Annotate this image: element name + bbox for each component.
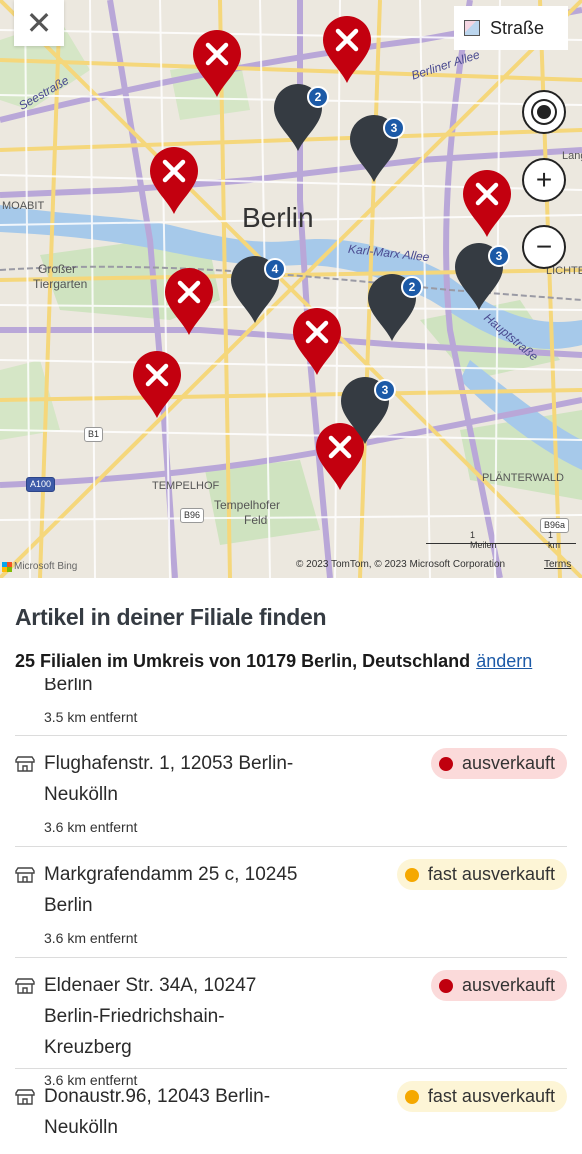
store-panel: Artikel in deiner Filiale finden 25 Fili… <box>0 578 582 1154</box>
bing-label: Microsoft Bing <box>14 561 78 572</box>
zoom-in-button[interactable]: + <box>522 158 566 202</box>
locate-icon <box>537 105 551 119</box>
cluster-count-badge: 3 <box>488 245 510 267</box>
road-shield: A100 <box>26 477 56 492</box>
status-dot-icon <box>404 867 419 882</box>
zoom-out-button[interactable]: − <box>522 225 566 269</box>
map-pin-x-icon <box>293 308 341 375</box>
terms-link[interactable]: Terms <box>544 559 571 570</box>
store-distance: 3.5 km entfernt <box>44 709 138 725</box>
store-cluster-pin[interactable]: 2 <box>273 84 329 152</box>
map-pin-x-icon <box>150 147 198 214</box>
store-list-item[interactable]: Eldenaer Str. 34A, 10247 Berlin-Friedric… <box>15 958 567 1088</box>
stock-status-label: ausverkauft <box>461 975 555 995</box>
plus-icon: + <box>535 164 553 195</box>
store-icon <box>15 756 35 772</box>
map-style-label: Straße <box>490 17 545 38</box>
stock-status-badge: ausverkauft <box>430 748 567 779</box>
map-style-button[interactable]: Straße <box>454 6 568 50</box>
store-cluster-pin[interactable]: 3 <box>349 115 405 183</box>
stock-status-badge: fast ausverkauft <box>396 1081 567 1112</box>
soldout-store-pin[interactable] <box>462 170 512 238</box>
cluster-count-badge: 4 <box>264 258 286 280</box>
cluster-count-badge: 3 <box>374 379 396 401</box>
cluster-count-badge: 2 <box>401 276 423 298</box>
map-style-icon <box>464 20 480 36</box>
stock-status-badge: fast ausverkauft <box>396 859 567 890</box>
panel-title: Artikel in deiner Filiale finden <box>15 604 327 630</box>
store-icon <box>15 978 35 994</box>
soldout-store-pin[interactable] <box>322 16 372 84</box>
microsoft-logo-icon <box>2 561 12 572</box>
store-cluster-pin[interactable]: 3 <box>454 243 510 311</box>
store-list-item[interactable]: Donaustr.96, 12043 Berlin-Neukölln fast … <box>15 1069 567 1154</box>
store-icon <box>15 1089 35 1105</box>
map-pin-x-icon <box>133 351 181 418</box>
bing-logo: Microsoft Bing <box>2 561 77 572</box>
map-pin-x-icon <box>165 268 213 335</box>
panel-subtitle: 25 Filialen im Umkreis von 10179 Berlin,… <box>15 651 532 672</box>
map[interactable]: Berlin MOABIT Großer Tiergarten TEMPELHO… <box>0 0 582 578</box>
store-list-item[interactable]: Markgrafendamm 25 c, 10245 Berlin 3.6 km… <box>15 847 567 958</box>
store-list-item[interactable]: Flughafenstr. 1, 12053 Berlin-Neukölln 3… <box>15 736 567 847</box>
store-cluster-pin[interactable]: 4 <box>230 256 286 324</box>
locate-me-button[interactable] <box>522 90 566 134</box>
status-dot-icon <box>404 1089 419 1104</box>
store-cluster-pin[interactable]: 2 <box>367 274 423 342</box>
soldout-store-pin[interactable] <box>292 308 342 376</box>
store-icon <box>15 867 35 883</box>
store-address: Flughafenstr. 1, 12053 Berlin-Neukölln <box>44 753 294 805</box>
store-list-item[interactable]: Berlin 3.5 km entfernt <box>15 678 567 736</box>
store-address: Eldenaer Str. 34A, 10247 Berlin-Friedric… <box>44 975 257 1058</box>
soldout-store-pin[interactable] <box>149 147 199 215</box>
store-distance: 3.6 km entfernt <box>44 930 138 946</box>
soldout-store-pin[interactable] <box>192 30 242 98</box>
store-cluster-pin[interactable]: 3 <box>340 377 396 445</box>
road-shield: B1 <box>84 427 104 442</box>
store-list[interactable]: Berlin 3.5 km entfernt Flughafenstr. 1, … <box>15 678 567 1154</box>
map-pin-x-icon <box>193 30 241 97</box>
status-dot-icon <box>438 978 453 993</box>
cluster-count-badge: 3 <box>383 117 405 139</box>
store-address: Donaustr.96, 12043 Berlin-Neukölln <box>44 1086 271 1138</box>
scale-bar <box>426 542 576 544</box>
scale-miles: 1 Meilen <box>470 530 497 550</box>
soldout-store-pin[interactable] <box>132 351 182 419</box>
stock-status-label: fast ausverkauft <box>427 1086 555 1106</box>
map-attribution: Microsoft Bing © 2023 TomTom, © 2023 Mic… <box>0 556 582 578</box>
minus-icon: − <box>535 231 553 262</box>
store-address: Markgrafendamm 25 c, 10245 Berlin <box>44 864 298 916</box>
scale-km: 1 km <box>548 530 560 550</box>
cluster-count-badge: 2 <box>307 86 329 108</box>
stock-status-badge: ausverkauft <box>430 970 567 1001</box>
copyright-text: © 2023 TomTom, © 2023 Microsoft Corporat… <box>296 559 506 570</box>
close-icon: ✕ <box>25 5 53 41</box>
change-location-link[interactable]: ändern <box>476 651 532 671</box>
map-pin-x-icon <box>463 170 511 237</box>
soldout-store-pin[interactable] <box>164 268 214 336</box>
store-count-text: 25 Filialen im Umkreis von 10179 Berlin,… <box>15 651 471 671</box>
store-distance: 3.6 km entfernt <box>44 819 138 835</box>
status-dot-icon <box>438 756 453 771</box>
road-shield: B96 <box>180 508 205 523</box>
map-pin-x-icon <box>323 16 371 83</box>
store-address: Berlin <box>44 678 93 695</box>
close-button[interactable]: ✕ <box>14 0 64 46</box>
stock-status-label: ausverkauft <box>461 753 555 773</box>
stock-status-label: fast ausverkauft <box>427 864 555 884</box>
